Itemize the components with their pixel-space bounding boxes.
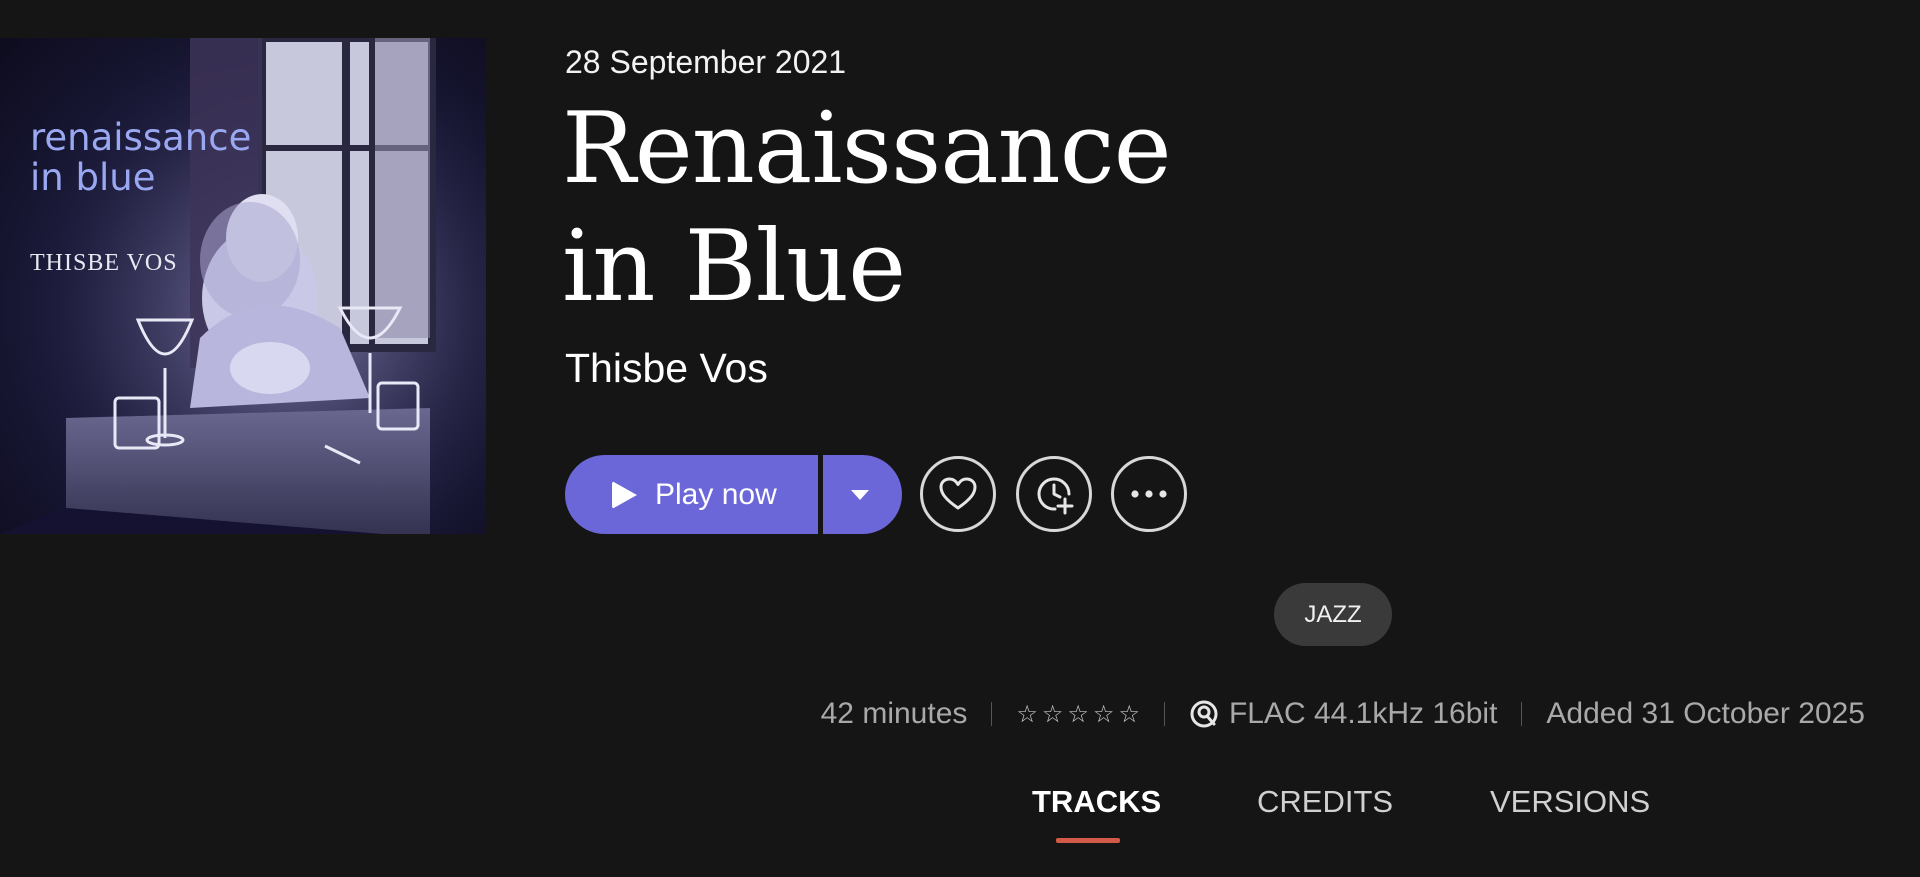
star-icon[interactable]: ☆ [1067, 700, 1089, 728]
album-artist-link[interactable]: Thisbe Vos [565, 343, 768, 393]
clock-plus-icon [1037, 477, 1074, 515]
favorite-button[interactable] [920, 456, 996, 532]
album-duration: 42 minutes [820, 697, 968, 730]
meta-divider [1521, 702, 1523, 726]
tab-credits[interactable]: CREDITS [1257, 780, 1393, 824]
heart-icon [939, 477, 977, 510]
genre-tag[interactable]: JAZZ [1274, 583, 1392, 646]
star-icon[interactable]: ☆ [1016, 700, 1038, 728]
album-cover-illustration [0, 38, 486, 534]
more-options-button[interactable] [1111, 456, 1187, 532]
more-icon [1131, 490, 1167, 498]
audio-quality: FLAC 44.1kHz 16bit [1228, 697, 1498, 730]
album-page: renaissance in blue THISBE VOS 28 Septem… [0, 0, 1920, 877]
star-icon[interactable]: ☆ [1042, 700, 1064, 728]
tab-versions[interactable]: VERSIONS [1490, 780, 1650, 824]
album-cover[interactable]: renaissance in blue THISBE VOS [0, 38, 486, 534]
album-meta-row: 42 minutes ☆ ☆ ☆ ☆ ☆ FLAC 44.1kHz 16bit … [821, 692, 1865, 736]
rating-stars: ☆ ☆ ☆ ☆ ☆ [1016, 700, 1140, 728]
audio-quality-icon [1189, 699, 1219, 729]
tab-tracks[interactable]: TRACKS [1032, 780, 1161, 824]
meta-divider [991, 702, 993, 726]
chevron-down-icon [850, 489, 869, 500]
album-title: Renaissance in Blue [562, 92, 1172, 324]
album-cover-artist: THISBE VOS [30, 250, 178, 276]
play-now-label: Play now [655, 477, 777, 511]
album-cover-title: renaissance in blue [30, 116, 252, 199]
meta-divider [1163, 702, 1165, 726]
play-icon [612, 480, 637, 509]
play-now-button[interactable]: Play now [565, 455, 818, 534]
active-tab-indicator [1056, 838, 1120, 843]
play-split-button: Play now [565, 455, 902, 534]
date-added: Added 31 October 2025 [1546, 697, 1865, 730]
star-icon[interactable]: ☆ [1118, 700, 1140, 728]
release-date: 28 September 2021 [565, 44, 847, 80]
listen-later-button[interactable] [1016, 456, 1092, 532]
play-options-dropdown-button[interactable] [823, 455, 902, 534]
star-icon[interactable]: ☆ [1093, 700, 1115, 728]
